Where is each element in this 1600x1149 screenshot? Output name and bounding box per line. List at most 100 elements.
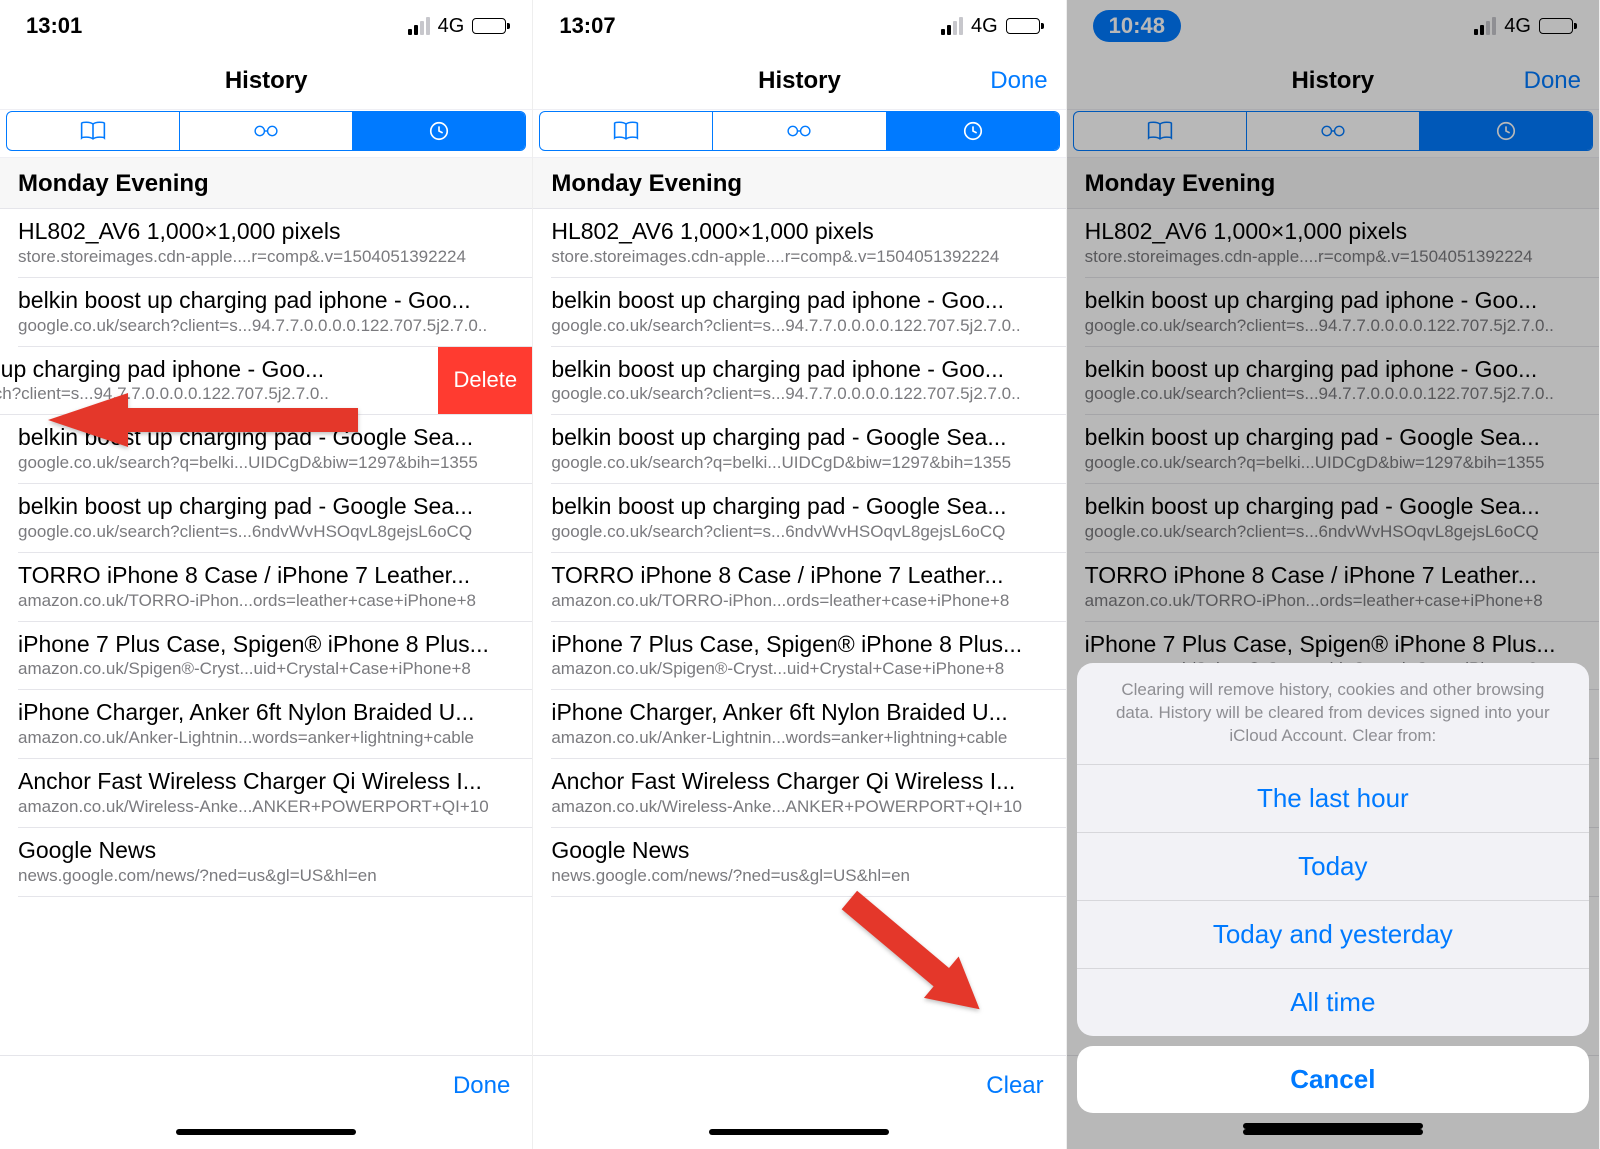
page-title: History	[225, 67, 308, 95]
status-bar: 13:07 4G	[533, 0, 1065, 52]
row-title: belkin boost up charging pad iphone - Go…	[18, 286, 514, 315]
tab-bookmarks[interactable]	[540, 112, 713, 150]
segmented-control	[0, 110, 532, 158]
history-row[interactable]: belkin boost up charging pad - Google Se…	[551, 415, 1065, 484]
delete-button[interactable]: Delete	[438, 347, 532, 415]
history-row-swiped[interactable]: boost up charging pad iphone - Goo... uk…	[0, 347, 532, 416]
row-title: HL802_AV6 1,000×1,000 pixels	[18, 217, 514, 246]
status-time: 13:07	[559, 13, 615, 39]
book-icon	[79, 120, 107, 142]
clear-all-time-button[interactable]: All time	[1077, 969, 1589, 1036]
clear-today-button[interactable]: Today	[1077, 833, 1589, 901]
nav-bar: History	[0, 52, 532, 110]
row-title: belkin boost up charging pad - Google Se…	[551, 423, 1047, 452]
history-row[interactable]: belkin boost up charging pad - Google Se…	[551, 484, 1065, 553]
row-subtitle: amazon.co.uk/Anker-Lightnin...words=anke…	[18, 728, 514, 748]
row-title: Anchor Fast Wireless Charger Qi Wireless…	[18, 767, 514, 796]
clear-button[interactable]: Clear	[986, 1072, 1043, 1100]
row-subtitle: amazon.co.uk/Anker-Lightnin...words=anke…	[551, 728, 1047, 748]
history-row[interactable]: belkin boost up charging pad - Google Se…	[18, 484, 532, 553]
row-title: iPhone 7 Plus Case, Spigen® iPhone 8 Plu…	[18, 630, 514, 659]
status-time: 13:01	[26, 13, 82, 39]
section-header: Monday Evening	[0, 158, 532, 209]
row-title: belkin boost up charging pad iphone - Go…	[551, 286, 1047, 315]
phone-2: 13:07 4G History Done Monday Evening HL8…	[533, 0, 1066, 1149]
row-title: belkin boost up charging pad iphone - Go…	[551, 355, 1047, 384]
row-subtitle: google.co.uk/search?client=s...94.7.7.0.…	[551, 384, 1047, 404]
tab-history[interactable]	[353, 112, 525, 150]
history-row[interactable]: Google Newsnews.google.com/news/?ned=us&…	[551, 828, 1065, 897]
home-indicator	[533, 1115, 1065, 1149]
phone-1: 13:01 4G History Monday	[0, 0, 533, 1149]
home-indicator	[0, 1115, 532, 1149]
row-subtitle: google.co.uk/search?client=s...6ndvWvHSO…	[551, 522, 1047, 542]
history-row[interactable]: iPhone 7 Plus Case, Spigen® iPhone 8 Plu…	[18, 622, 532, 691]
row-subtitle: google.co.uk/search?client=s...94.7.7.0.…	[551, 316, 1047, 336]
row-title: Google News	[551, 836, 1047, 865]
signal-icon	[408, 17, 430, 35]
row-subtitle: amazon.co.uk/Wireless-Anke...ANKER+POWER…	[18, 797, 514, 817]
row-title: belkin boost up charging pad - Google Se…	[18, 492, 514, 521]
history-row[interactable]: HL802_AV6 1,000×1,000 pixelsstore.storei…	[551, 209, 1065, 278]
section-header: Monday Evening	[533, 158, 1065, 209]
done-button[interactable]: Done	[453, 1072, 510, 1100]
history-row[interactable]: belkin boost up charging pad - Google Se…	[18, 415, 532, 484]
row-subtitle: amazon.co.uk/TORRO-iPhon...ords=leather+…	[18, 591, 514, 611]
row-subtitle: news.google.com/news/?ned=us&gl=US&hl=en	[18, 866, 514, 886]
row-title: boost up charging pad iphone - Goo...	[0, 355, 436, 384]
history-row[interactable]: HL802_AV6 1,000×1,000 pixelsstore.storei…	[18, 209, 532, 278]
row-title: HL802_AV6 1,000×1,000 pixels	[551, 217, 1047, 246]
done-button[interactable]: Done	[990, 67, 1047, 95]
status-right: 4G	[408, 15, 507, 38]
tab-bookmarks[interactable]	[7, 112, 180, 150]
tab-history[interactable]	[887, 112, 1059, 150]
row-title: iPhone Charger, Anker 6ft Nylon Braided …	[551, 698, 1047, 727]
row-title: Anchor Fast Wireless Charger Qi Wireless…	[551, 767, 1047, 796]
nav-bar: History Done	[533, 52, 1065, 110]
history-row[interactable]: belkin boost up charging pad iphone - Go…	[551, 347, 1065, 416]
toolbar: Clear	[533, 1055, 1065, 1115]
carrier-label: 4G	[971, 15, 998, 38]
row-subtitle: amazon.co.uk/Spigen®-Cryst...uid+Crystal…	[18, 659, 514, 679]
row-subtitle: store.storeimages.cdn-apple....r=comp&.v…	[18, 247, 514, 267]
home-indicator	[1077, 1113, 1589, 1139]
glasses-icon	[785, 120, 813, 142]
clock-icon	[425, 120, 453, 142]
signal-icon	[941, 17, 963, 35]
tab-reading-list[interactable]	[180, 112, 353, 150]
battery-icon	[472, 18, 506, 34]
battery-icon	[1006, 18, 1040, 34]
history-row[interactable]: Anchor Fast Wireless Charger Qi Wireless…	[551, 759, 1065, 828]
clear-today-yesterday-button[interactable]: Today and yesterday	[1077, 901, 1589, 969]
history-row[interactable]: iPhone 7 Plus Case, Spigen® iPhone 8 Plu…	[551, 622, 1065, 691]
action-sheet: Clearing will remove history, cookies an…	[1067, 0, 1599, 1149]
history-row[interactable]: belkin boost up charging pad iphone - Go…	[18, 278, 532, 347]
glasses-icon	[252, 120, 280, 142]
row-subtitle: google.co.uk/search?client=s...6ndvWvHSO…	[18, 522, 514, 542]
tab-reading-list[interactable]	[713, 112, 886, 150]
cancel-button[interactable]: Cancel	[1077, 1046, 1589, 1113]
row-title: Google News	[18, 836, 514, 865]
history-row[interactable]: iPhone Charger, Anker 6ft Nylon Braided …	[18, 690, 532, 759]
history-row[interactable]: Google Newsnews.google.com/news/?ned=us&…	[18, 828, 532, 897]
row-title: belkin boost up charging pad - Google Se…	[551, 492, 1047, 521]
book-icon	[612, 120, 640, 142]
row-subtitle: amazon.co.uk/TORRO-iPhon...ords=leather+…	[551, 591, 1047, 611]
clear-last-hour-button[interactable]: The last hour	[1077, 765, 1589, 833]
row-subtitle: amazon.co.uk/Wireless-Anke...ANKER+POWER…	[551, 797, 1047, 817]
history-row[interactable]: iPhone Charger, Anker 6ft Nylon Braided …	[551, 690, 1065, 759]
history-row[interactable]: TORRO iPhone 8 Case / iPhone 7 Leather..…	[551, 553, 1065, 622]
status-bar: 13:01 4G	[0, 0, 532, 52]
history-row[interactable]: belkin boost up charging pad iphone - Go…	[551, 278, 1065, 347]
carrier-label: 4G	[438, 15, 465, 38]
history-row[interactable]: TORRO iPhone 8 Case / iPhone 7 Leather..…	[18, 553, 532, 622]
phone-3: 10:48 4G History Done Monday Evening HL8…	[1067, 0, 1600, 1149]
row-title: TORRO iPhone 8 Case / iPhone 7 Leather..…	[18, 561, 514, 590]
history-row[interactable]: Anchor Fast Wireless Charger Qi Wireless…	[18, 759, 532, 828]
row-subtitle: news.google.com/news/?ned=us&gl=US&hl=en	[551, 866, 1047, 886]
row-subtitle: uk/search?client=s...94.7.7.0.0.0.0.122.…	[0, 384, 436, 404]
row-subtitle: amazon.co.uk/Spigen®-Cryst...uid+Crystal…	[551, 659, 1047, 679]
history-list[interactable]: HL802_AV6 1,000×1,000 pixelsstore.storei…	[0, 209, 532, 1055]
toolbar: Done	[0, 1055, 532, 1115]
history-list[interactable]: HL802_AV6 1,000×1,000 pixelsstore.storei…	[533, 209, 1065, 1055]
